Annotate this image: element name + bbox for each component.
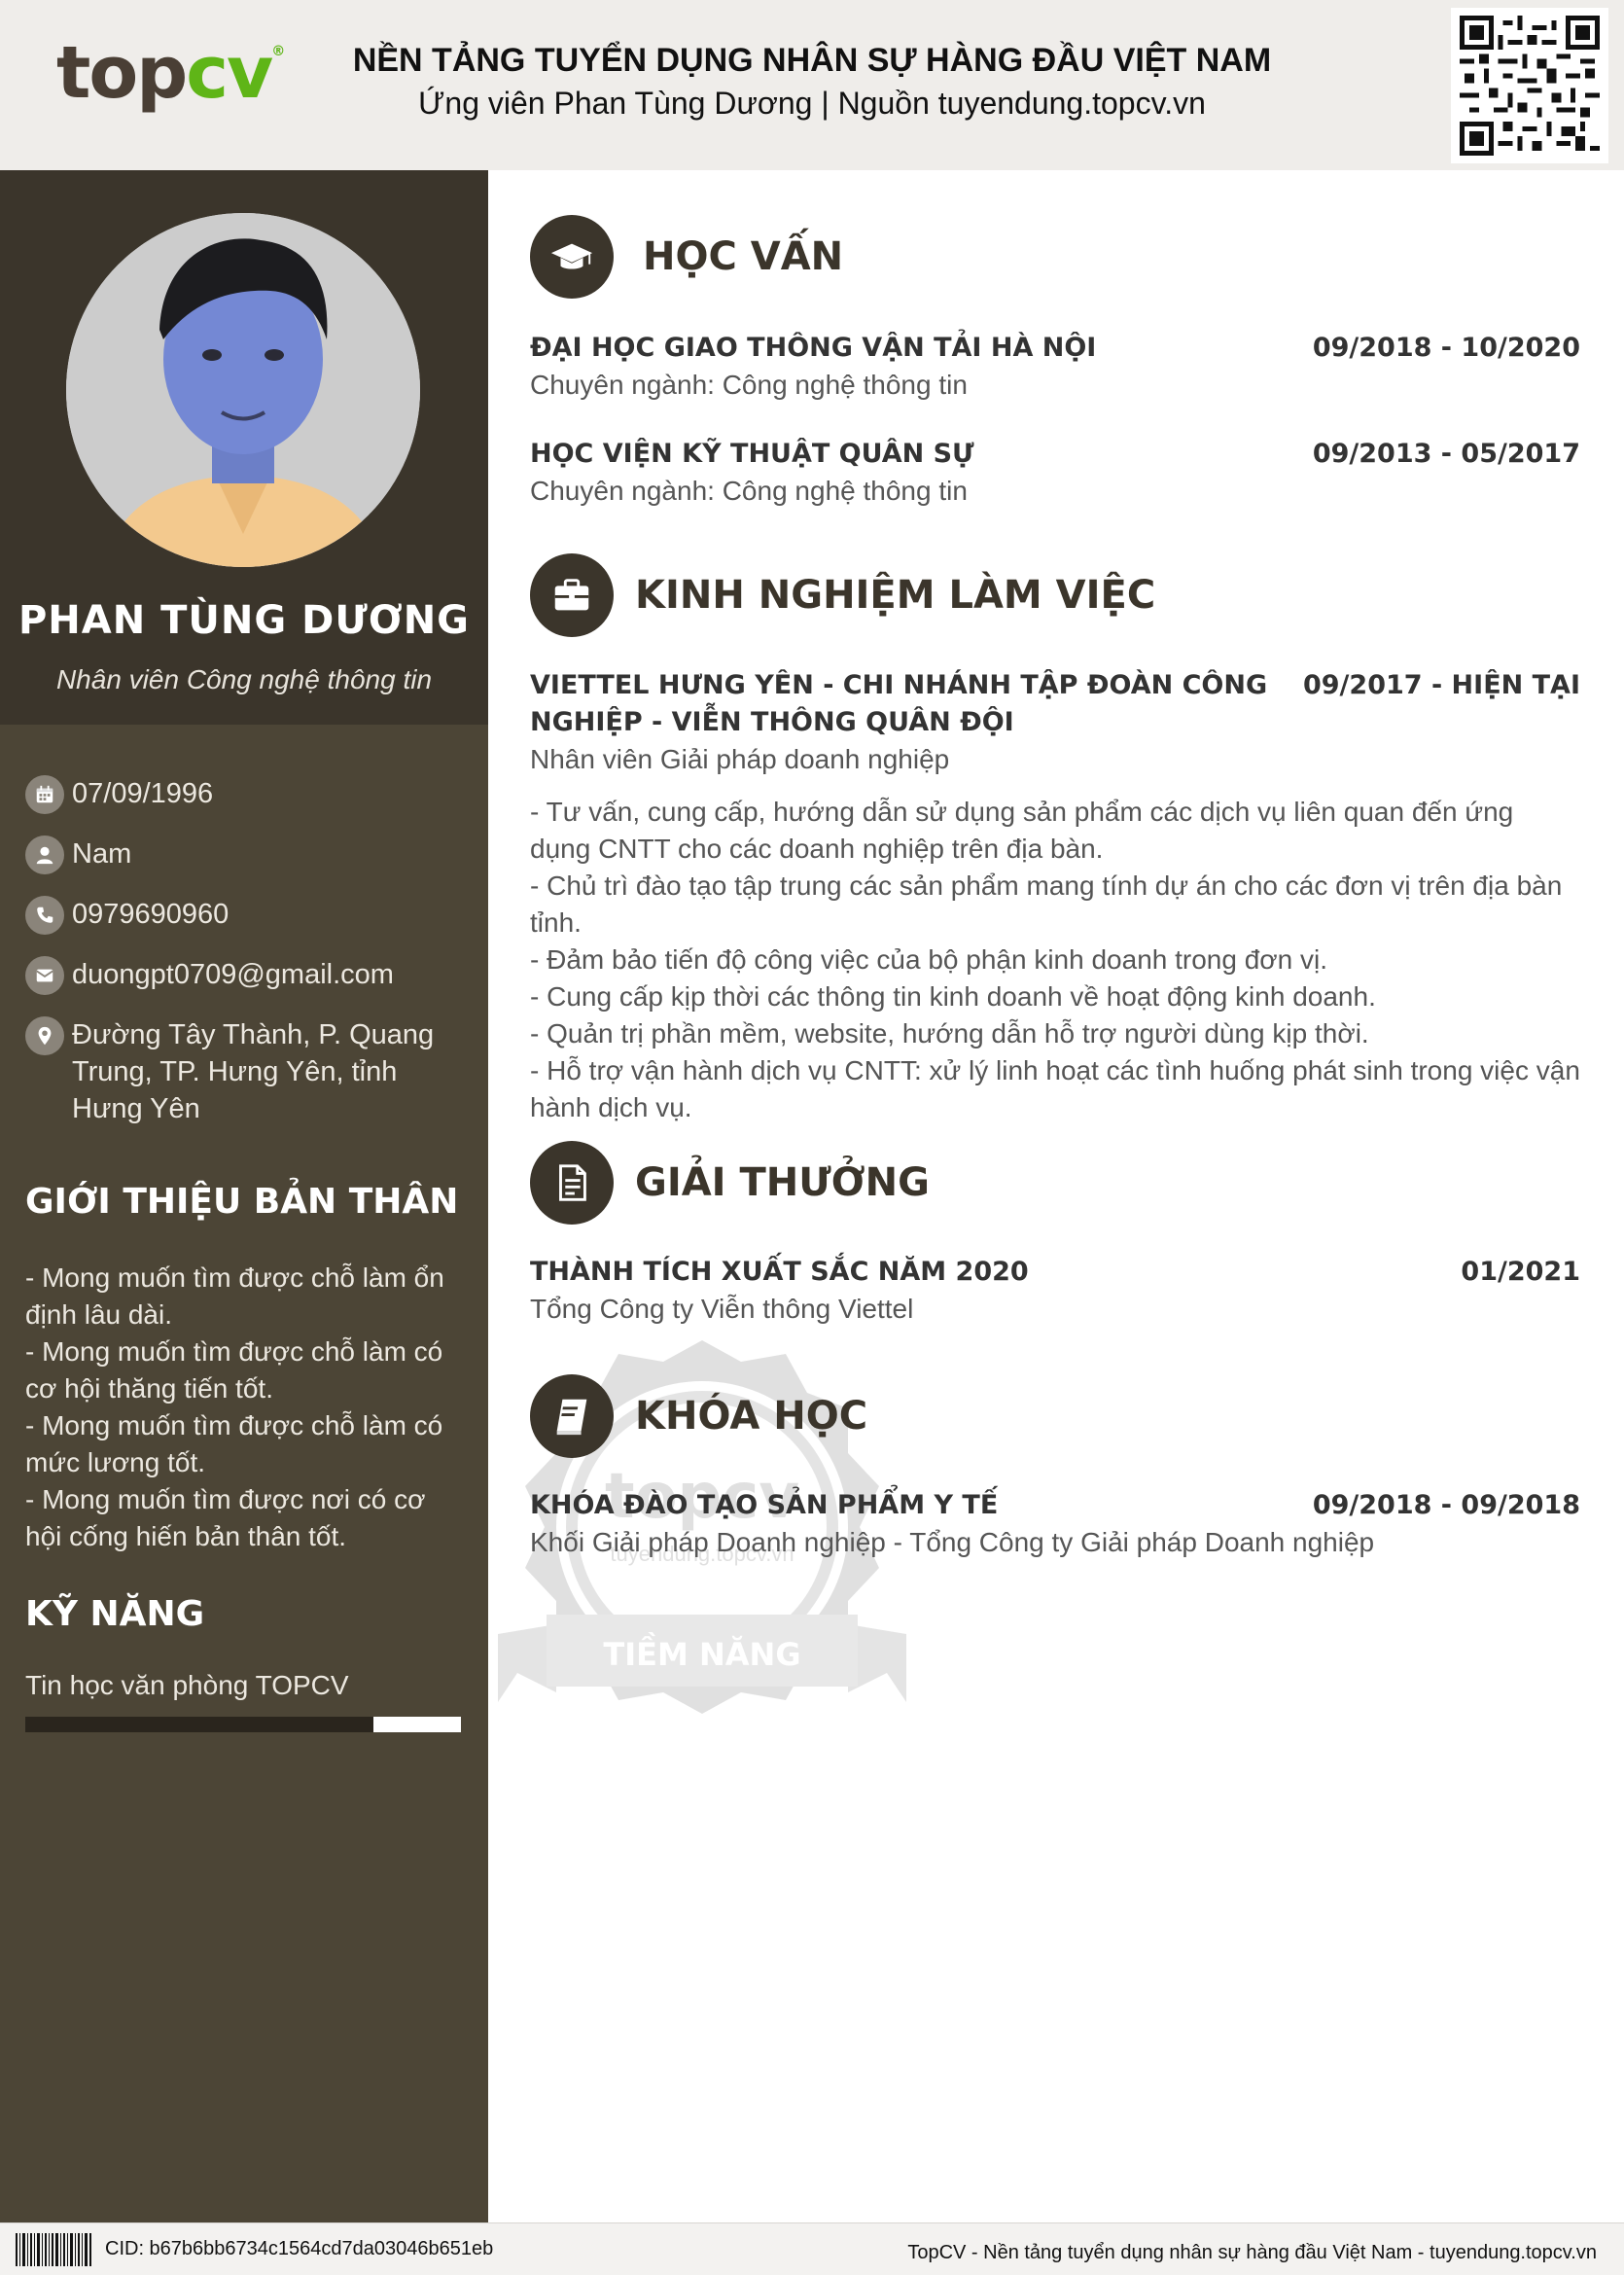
courses-section-header: KHÓA HỌC: [530, 1374, 867, 1458]
footer: CID: b67b6bb6734c1564cd7da03046b651eb To…: [0, 2222, 1624, 2275]
contact-email: duongpt0709@gmail.com: [25, 956, 463, 995]
email-text[interactable]: duongpt0709@gmail.com: [72, 956, 394, 993]
about-text: - Mong muốn tìm được chỗ làm ổn định lâu…: [25, 1260, 463, 1555]
skills-heading: KỸ NĂNG: [25, 1594, 205, 1634]
about-line: - Mong muốn tìm được nơi có cơ hội cống …: [25, 1484, 426, 1551]
book-icon: [530, 1374, 614, 1458]
duty-item: - Tư vấn, cung cấp, hướng dẫn sử dụng sả…: [530, 797, 1514, 864]
experience-section-header: KINH NGHIỆM LÀM VIỆC: [530, 553, 1155, 637]
watermark-ribbon: TIỀM NĂNG: [603, 1632, 800, 1673]
phone-icon: [25, 896, 64, 935]
header: topcv® NỀN TẢNG TUYỂN DỤNG NHÂN SỰ HÀNG …: [0, 0, 1624, 170]
contact-dob: 07/09/1996: [25, 775, 463, 814]
cid-text: CID: b67b6bb6734c1564cd7da03046b651eb: [105, 2238, 494, 2259]
sidebar-profile-block: PHAN TÙNG DƯƠNG Nhân viên Công nghệ thôn…: [0, 170, 488, 725]
footer-tagline: TopCV - Nền tảng tuyển dụng nhân sự hàng…: [907, 2242, 1597, 2263]
briefcase-icon: [530, 553, 614, 637]
qr-code: [1451, 8, 1608, 163]
course-entry: KHÓA ĐÀO TẠO SẢN PHẨM Y TẾ 09/2018 - 09/…: [530, 1487, 1580, 1561]
experience-duties: - Tư vấn, cung cấp, hướng dẫn sử dụng sả…: [530, 794, 1580, 1126]
contact-phone: 0979690960: [25, 896, 463, 935]
header-title: NỀN TẢNG TUYỂN DỤNG NHÂN SỰ HÀNG ĐẦU VIỆ…: [352, 42, 1272, 79]
education-date: 09/2013 - 05/2017: [1312, 439, 1580, 469]
contact-address: Đường Tây Thành, P. Quang Trung, TP. Hưn…: [25, 1016, 463, 1127]
duty-item: - Hỗ trợ vận hành dịch vụ CNTT: xử lý li…: [530, 1055, 1580, 1122]
contact-list: 07/09/1996 Nam 0979690960 duongpt0709@gm…: [25, 775, 463, 1149]
avatar: [66, 213, 420, 567]
award-entry: THÀNH TÍCH XUẤT SẮC NĂM 2020 01/2021 Tổn…: [530, 1254, 1580, 1328]
header-subtitle: Ứng viên Phan Tùng Dương | Nguồn tuyendu…: [418, 86, 1206, 121]
logo-text-cv: cv: [186, 31, 273, 115]
awards-heading: GIẢI THƯỞNG: [635, 1160, 930, 1205]
graduation-cap-icon: [530, 215, 614, 299]
gender-text: Nam: [72, 838, 132, 870]
course-date: 09/2018 - 09/2018: [1312, 1490, 1580, 1520]
award-title: THÀNH TÍCH XUẤT SẮC NĂM 2020: [530, 1257, 1029, 1287]
education-school: ĐẠI HỌC GIAO THÔNG VẬN TẢI HÀ NỘI: [530, 333, 1097, 363]
dob-text: 07/09/1996: [72, 778, 214, 809]
logo-text-top: top: [56, 31, 188, 115]
awards-section-header: GIẢI THƯỞNG: [530, 1141, 930, 1225]
course-organization: Khối Giải pháp Doanh nghiệp - Tổng Công …: [530, 1527, 1375, 1557]
education-entry: HỌC VIỆN KỸ THUẬT QUÂN SỰ 09/2013 - 05/2…: [530, 436, 1580, 510]
barcode-icon: [16, 2233, 91, 2266]
about-line: - Mong muốn tìm được chỗ làm có mức lươn…: [25, 1410, 443, 1477]
education-major: Chuyên ngành: Công nghệ thông tin: [530, 370, 968, 400]
logo-registered-mark: ®: [271, 44, 285, 59]
avatar-photo: [66, 213, 420, 567]
certificate-icon: [530, 1141, 614, 1225]
address-text: Đường Tây Thành, P. Quang Trung, TP. Hưn…: [72, 1019, 435, 1124]
education-school: HỌC VIỆN KỸ THUẬT QUÂN SỰ: [530, 439, 974, 469]
courses-heading: KHÓA HỌC: [635, 1394, 868, 1439]
education-heading: HỌC VẤN: [643, 234, 844, 279]
person-icon: [25, 835, 64, 874]
skill-level-fill: [373, 1717, 461, 1732]
experience-date: 09/2017 - HIỆN TẠI: [1302, 670, 1580, 700]
envelope-icon: [25, 956, 64, 995]
award-organization: Tổng Công ty Viễn thông Viettel: [530, 1294, 914, 1324]
duty-item: - Quản trị phần mềm, website, hướng dẫn …: [530, 1018, 1369, 1049]
qr-code-icon: [1460, 16, 1600, 156]
education-section-header: HỌC VẤN: [530, 215, 843, 299]
phone-text[interactable]: 0979690960: [72, 896, 229, 933]
duty-item: - Đảm bảo tiến độ công việc của bộ phận …: [530, 944, 1327, 975]
map-pin-icon: [25, 1016, 64, 1055]
about-line: - Mong muốn tìm được chỗ làm ổn định lâu…: [25, 1262, 444, 1330]
about-heading: GIỚI THIỆU BẢN THÂN: [25, 1182, 459, 1222]
duty-item: - Cung cấp kịp thời các thông tin kinh d…: [530, 981, 1376, 1012]
candidate-position: Nhân viên Công nghệ thông tin: [55, 664, 433, 694]
sidebar: PHAN TÙNG DƯƠNG Nhân viên Công nghệ thôn…: [0, 170, 488, 2222]
experience-heading: KINH NGHIỆM LÀM VIỆC: [635, 573, 1156, 618]
education-entry: ĐẠI HỌC GIAO THÔNG VẬN TẢI HÀ NỘI 09/201…: [530, 330, 1580, 404]
skill-level-bar: [25, 1717, 461, 1732]
experience-entry: VIETTEL HƯNG YÊN - CHI NHÁNH TẬP ĐOÀN CÔ…: [530, 667, 1580, 1126]
award-date: 01/2021: [1461, 1257, 1580, 1287]
contact-gender: Nam: [25, 835, 463, 874]
about-line: - Mong muốn tìm được chỗ làm có cơ hội t…: [25, 1336, 443, 1404]
experience-role: Nhân viên Giải pháp doanh nghiệp: [530, 744, 950, 774]
experience-company: VIETTEL HƯNG YÊN - CHI NHÁNH TẬP ĐOÀN CÔ…: [530, 670, 1268, 737]
topcv-logo[interactable]: topcv®: [56, 37, 285, 109]
education-date: 09/2018 - 10/2020: [1312, 333, 1580, 363]
education-major: Chuyên ngành: Công nghệ thông tin: [530, 476, 968, 506]
skill-name: Tin học văn phòng TOPCV: [25, 1670, 349, 1700]
duty-item: - Chủ trì đào tạo tập trung các sản phẩm…: [530, 871, 1563, 938]
calendar-icon: [25, 775, 64, 814]
candidate-name: PHAN TÙNG DƯƠNG: [18, 598, 471, 643]
course-title: KHÓA ĐÀO TẠO SẢN PHẨM Y TẾ: [530, 1490, 999, 1520]
